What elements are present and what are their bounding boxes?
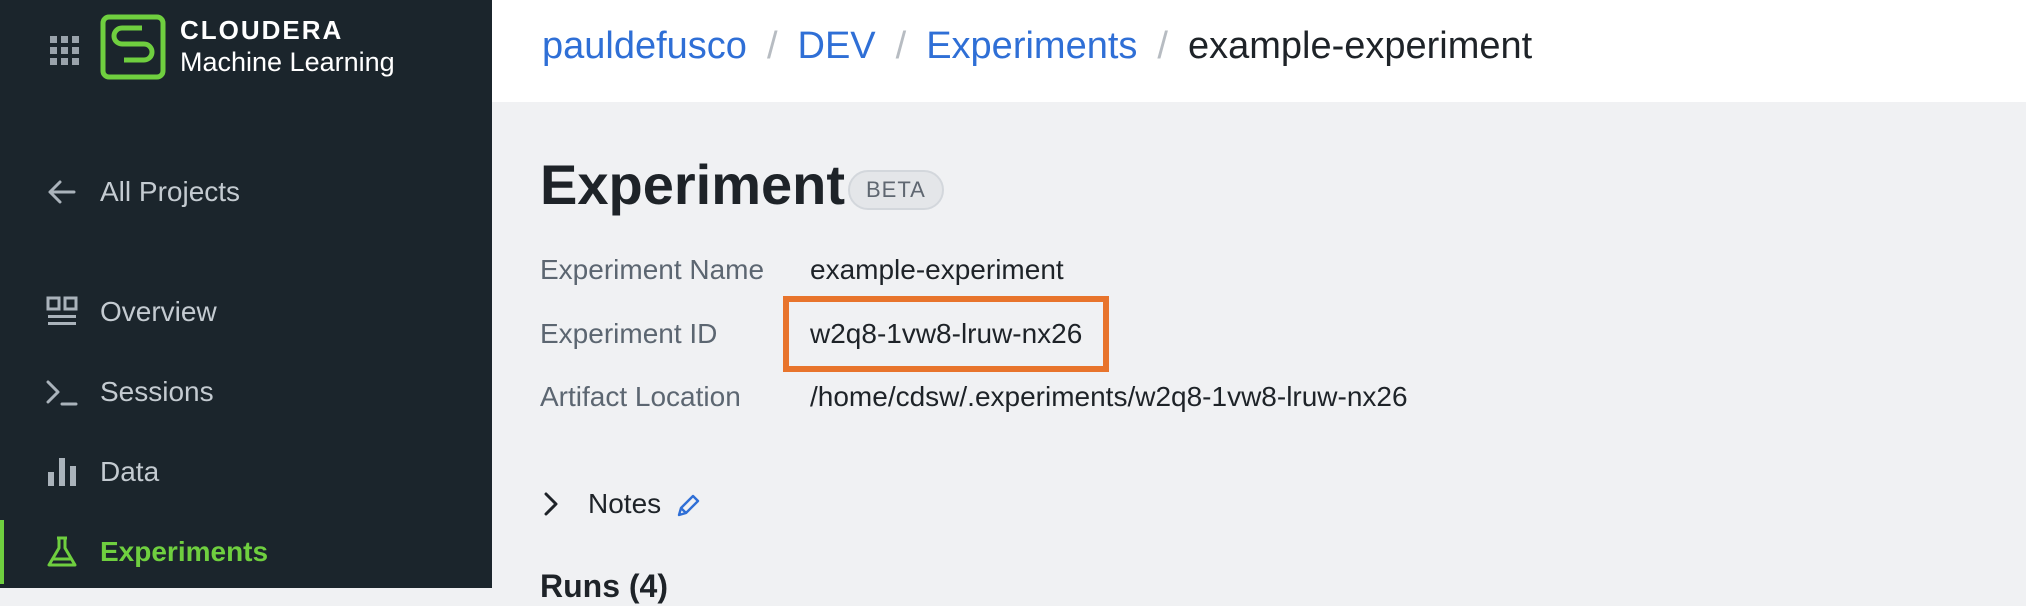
brand-product: Machine Learning xyxy=(180,47,395,77)
breadcrumb: pauldefusco / DEV / Experiments / example-expe… xyxy=(542,22,1532,70)
sidebar-item-label: Overview xyxy=(100,296,217,327)
all-projects-label: All Projects xyxy=(100,176,241,207)
terminal-icon xyxy=(46,380,78,406)
breadcrumb-separator: / xyxy=(895,25,907,67)
all-projects-link[interactable]: All Projects xyxy=(0,160,492,224)
breadcrumb-project[interactable]: DEV xyxy=(798,25,876,67)
experiment-id-highlight-box xyxy=(783,296,1109,372)
runs-heading: Runs (4) xyxy=(540,568,668,604)
notes-label: Notes xyxy=(588,488,662,519)
breadcrumb-experiments[interactable]: Experiments xyxy=(926,25,1137,67)
experiment-id-label: Experiment ID xyxy=(540,318,718,349)
experiment-name-label: Experiment Name xyxy=(540,254,765,285)
artifact-location-value: /home/cdsw/.experiments/w2q8-1vw8-lruw-n… xyxy=(810,381,1408,412)
sidebar-item-label: Data xyxy=(100,456,160,487)
beta-badge: BETA xyxy=(848,170,944,210)
page-title: Experiment xyxy=(540,153,845,216)
sidebar-item-label: Experiments xyxy=(100,536,269,567)
pencil-edit-icon[interactable] xyxy=(674,492,702,520)
breadcrumb-user[interactable]: pauldefusco xyxy=(542,25,747,67)
breadcrumb-current: example-experiment xyxy=(1187,25,1533,67)
cloudera-logo-icon[interactable] xyxy=(100,14,166,80)
experiment-name-value: example-experiment xyxy=(810,254,1064,285)
header-bar: pauldefusco / DEV / Experiments / example-expe… xyxy=(492,0,2026,102)
artifact-location-label: Artifact Location xyxy=(540,381,741,412)
sidebar-item-label: Sessions xyxy=(100,376,214,407)
sidebar-item-sessions[interactable]: Sessions xyxy=(0,360,492,424)
sidebar-item-overview[interactable]: Overview xyxy=(0,280,492,344)
arrow-left-icon xyxy=(48,180,76,204)
bar-chart-icon xyxy=(48,458,76,486)
app-launcher-grid-icon[interactable] xyxy=(48,34,82,68)
sidebar-item-experiments[interactable]: Experiments xyxy=(0,520,492,584)
active-indicator xyxy=(0,520,4,584)
breadcrumb-separator: / xyxy=(1157,25,1168,67)
chevron-right-icon xyxy=(544,492,558,516)
sidebar-item-data[interactable]: Data xyxy=(0,440,492,504)
overview-icon xyxy=(46,296,78,325)
brand-name: CLOUDERA xyxy=(180,15,344,45)
sidebar: CLOUDERA Machine Learning All Projects O… xyxy=(0,0,492,588)
flask-icon xyxy=(47,536,77,567)
breadcrumb-separator: / xyxy=(766,25,778,67)
